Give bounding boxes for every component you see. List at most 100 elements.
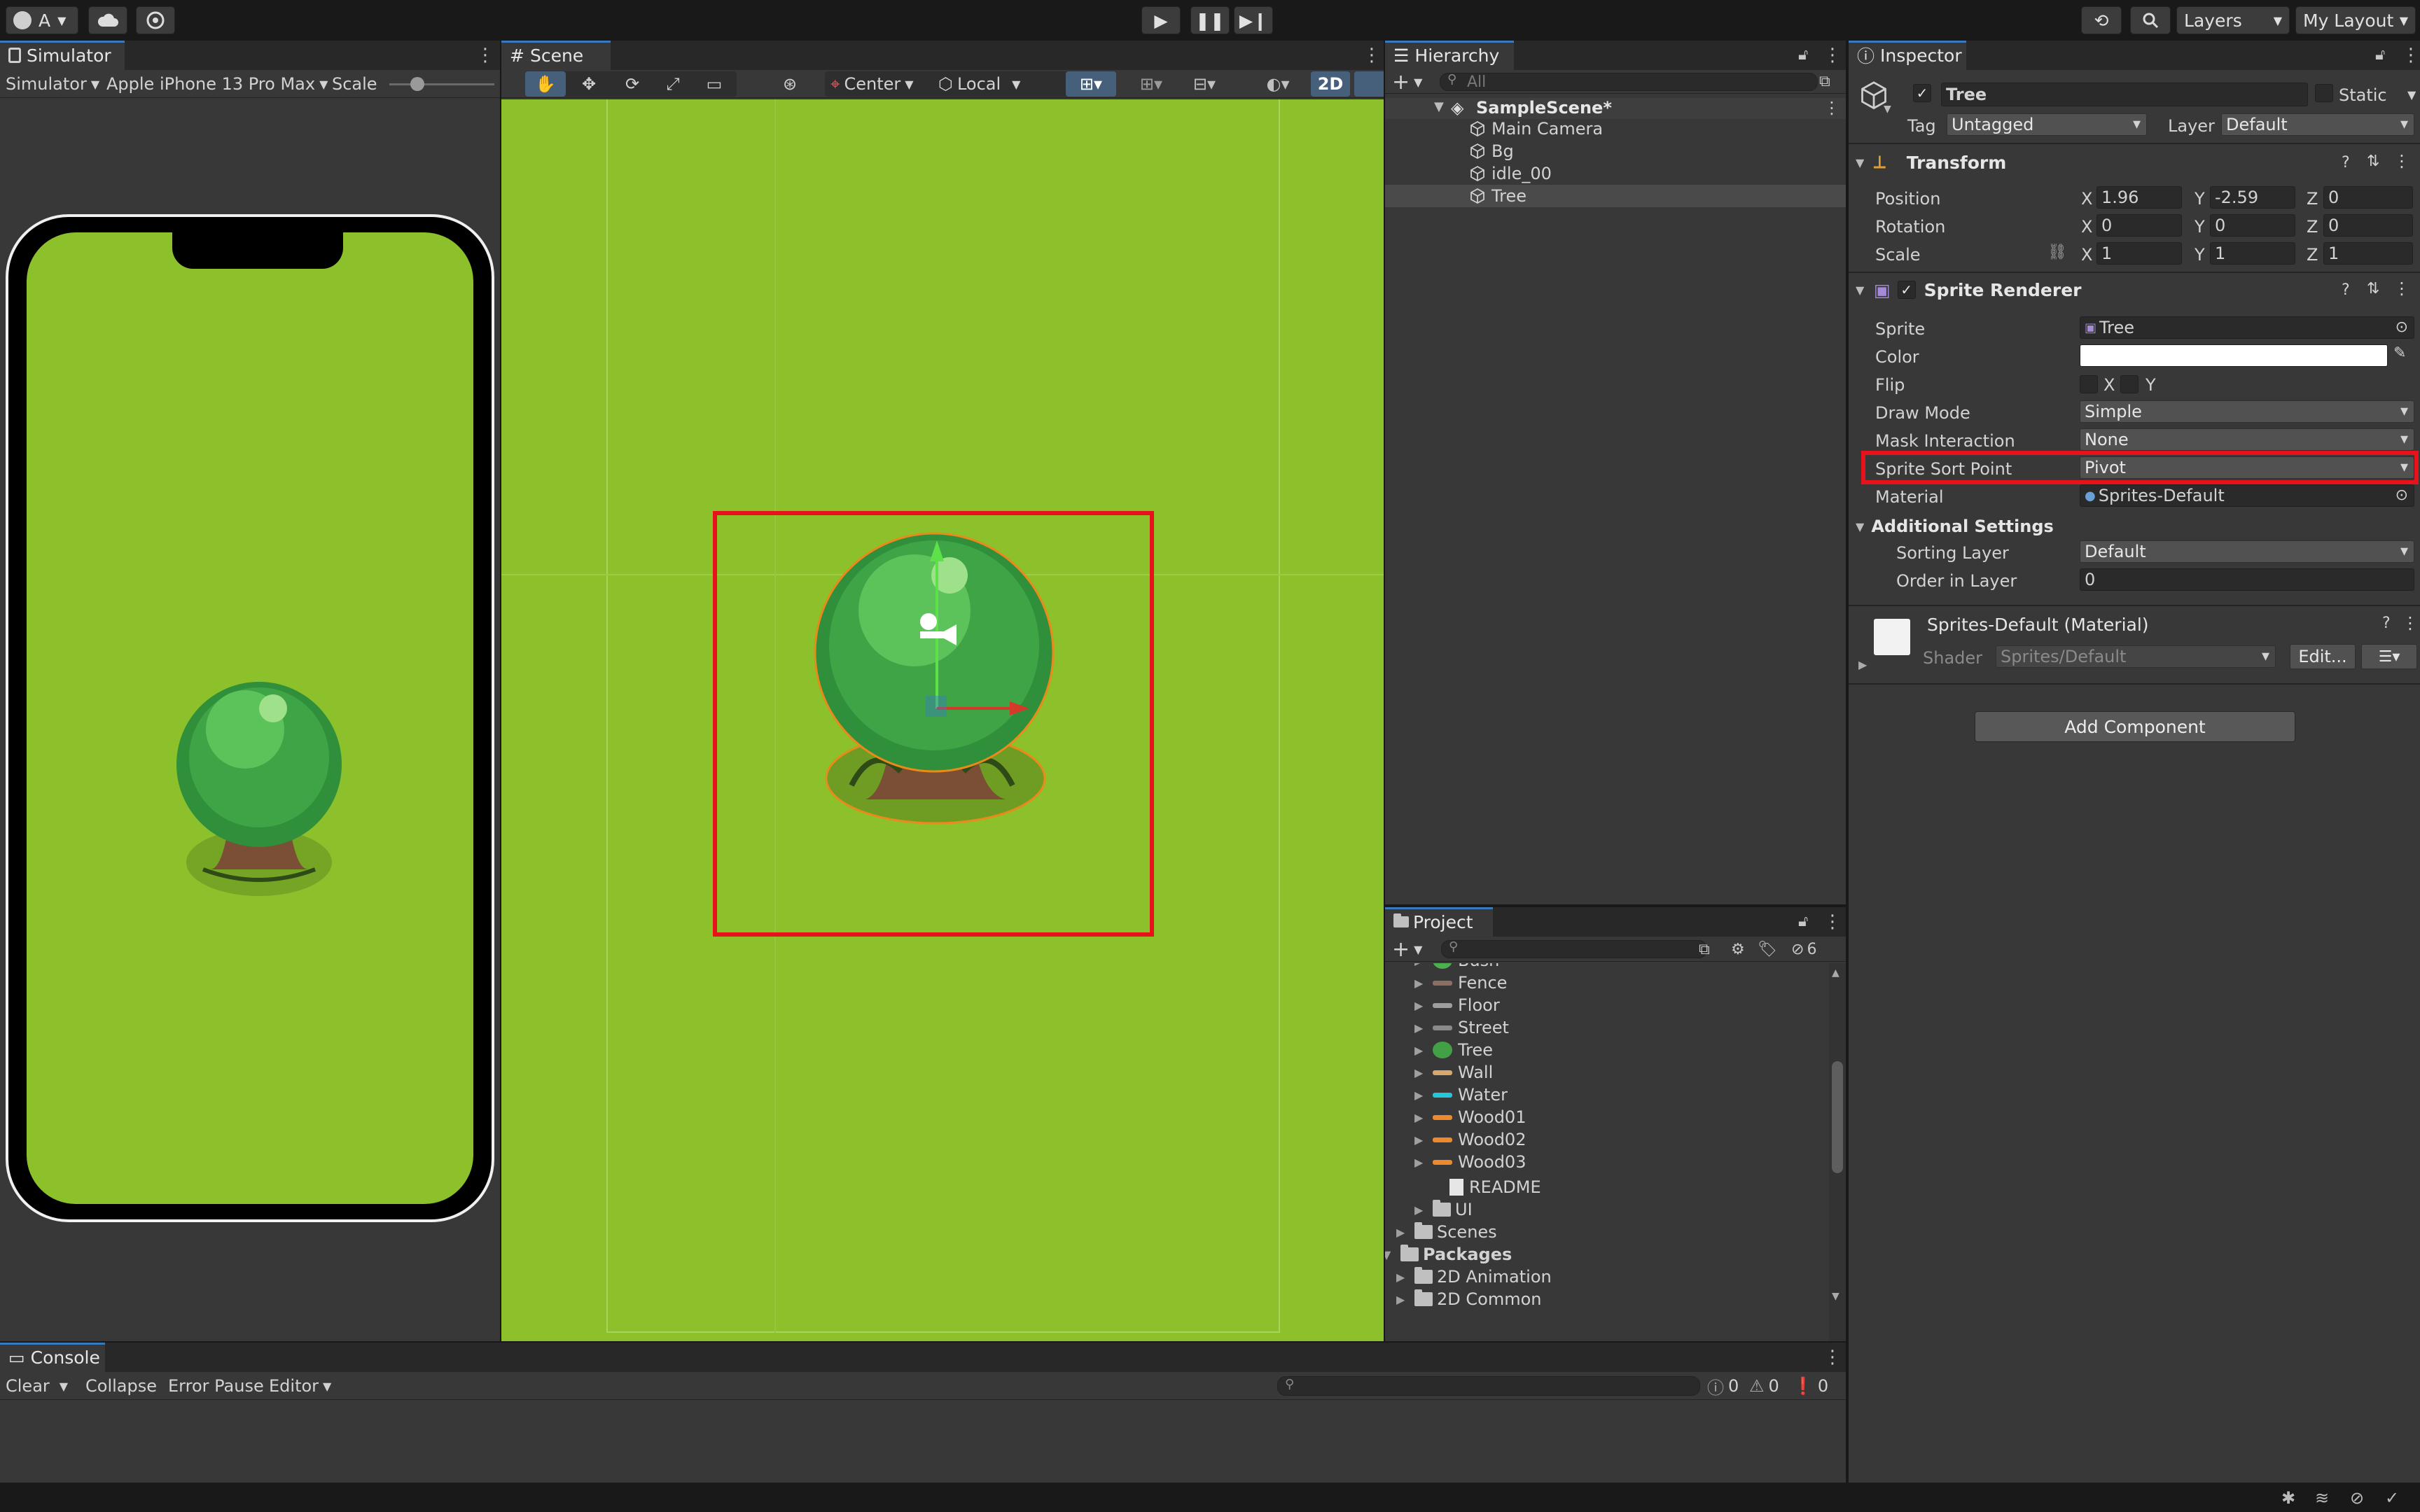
console-search-input[interactable]: ⚲ [1277, 1376, 1700, 1396]
sprite-renderer-header[interactable]: ▼ ▣ ✓ Sprite Renderer [1849, 276, 2420, 304]
simulator-mode-dropdown[interactable]: Simulator ▼ [6, 70, 99, 98]
preset-icon[interactable]: ⇅ [2367, 153, 2379, 170]
chevron-right-icon[interactable]: ▶ [1414, 999, 1433, 1012]
search-button[interactable] [2130, 6, 2171, 34]
search-by-type-icon[interactable]: ⚙ [1731, 941, 1745, 958]
order-in-layer-field[interactable]: 0 [2080, 568, 2414, 591]
cloud-button[interactable] [88, 6, 127, 34]
flip-x-checkbox[interactable] [2080, 375, 2098, 393]
scale-z-field[interactable]: 1 [2323, 242, 2413, 265]
chevron-down-icon[interactable]: ▼ [1884, 104, 1891, 115]
play-button[interactable]: ▶ [1141, 6, 1181, 34]
history-button[interactable]: ⟲ [2081, 6, 2122, 34]
help-icon[interactable]: ? [2382, 615, 2391, 632]
editor-dropdown[interactable]: Editor ▼ [269, 1372, 331, 1400]
layers-dropdown[interactable]: Layers ▼ [2176, 6, 2290, 34]
move-tool-icon[interactable]: ✥ [569, 71, 609, 97]
pivot-dropdown[interactable]: ⌖ Center ▼ [830, 70, 914, 98]
transform-header[interactable]: ▼ ⟂ Transform [1849, 148, 2420, 176]
color-field[interactable] [2080, 344, 2388, 367]
collab-button[interactable] [136, 6, 175, 34]
tab-project[interactable]: Project [1385, 907, 1493, 937]
sorting-layer-dropdown[interactable]: Default [2080, 540, 2414, 563]
tab-simulator[interactable]: Simulator [0, 41, 125, 70]
network-icon[interactable]: ⊘ [2350, 1488, 2364, 1508]
project-item-floor[interactable]: ▶ Floor [1414, 995, 1500, 1015]
material-field[interactable]: ● Sprites-Default ⊙ [2080, 484, 2414, 507]
project-item-wood[interactable]: ▶ Wood02 [1414, 1130, 1526, 1149]
tag-dropdown[interactable]: Untagged [1947, 113, 2147, 136]
help-icon[interactable]: ? [2342, 154, 2350, 172]
chevron-down-icon[interactable]: ▼ [1832, 1291, 1840, 1302]
clear-button[interactable]: Clear ▼ [6, 1372, 68, 1400]
position-x-field[interactable]: 1.96 [2096, 186, 2182, 209]
rotation-z-field[interactable]: 0 [2323, 214, 2413, 237]
project-item-scenes[interactable]: ▶ Scenes [1396, 1222, 1497, 1242]
hidden-packages-icon[interactable]: ⊘ 6 [1791, 941, 1816, 958]
project-item-package[interactable]: ▶ 2D Animation [1396, 1267, 1552, 1287]
step-button[interactable]: ▶❙ [1234, 6, 1273, 34]
position-z-field[interactable]: 0 [2323, 186, 2413, 209]
tab-inspector[interactable]: ⓘ Inspector [1849, 41, 1966, 70]
chevron-right-icon[interactable]: ▶ [1414, 1111, 1433, 1124]
preset-icon[interactable]: ⇅ [2367, 280, 2379, 298]
project-item-fence[interactable]: ▶ Fence [1414, 973, 1507, 993]
panel-menu-icon[interactable]: ⋮ [1363, 46, 1381, 64]
project-item-readme[interactable]: README [1449, 1177, 1541, 1197]
scale-tool-icon[interactable]: ⤢ [655, 71, 690, 97]
cache-icon[interactable]: ≋ [2315, 1488, 2329, 1508]
account-dropdown[interactable]: A ▼ [6, 6, 78, 34]
hierarchy-item-tree[interactable]: Tree [1469, 186, 1527, 206]
search-options-icon[interactable]: ⧉ [1819, 73, 1830, 90]
scene-viewport[interactable] [501, 99, 1384, 1341]
enabled-checkbox[interactable]: ✓ [1897, 281, 1916, 299]
scrollbar-thumb[interactable] [1832, 1061, 1843, 1173]
hierarchy-item-main-camera[interactable]: Main Camera [1469, 119, 1603, 139]
sprite-field[interactable]: ▣ Tree ⊙ [2080, 316, 2414, 339]
panel-menu-icon[interactable]: ⋮ [2402, 46, 2420, 64]
component-menu-icon[interactable]: ⋮ [2402, 613, 2419, 633]
lighting-toggle[interactable] [1354, 71, 1384, 97]
create-asset-button[interactable]: + ▼ [1392, 937, 1422, 962]
project-item-wood[interactable]: ▶ Wood03 [1414, 1152, 1526, 1172]
lock-icon[interactable]: 🔓︎ [1798, 46, 1808, 64]
chevron-right-icon[interactable]: ▶ [1414, 1088, 1433, 1102]
error-pause-toggle[interactable]: Error Pause [168, 1372, 264, 1400]
tab-hierarchy[interactable]: ☰ Hierarchy [1385, 41, 1514, 70]
device-dropdown[interactable]: Apple iPhone 13 Pro Max ▼ [106, 70, 328, 98]
scale-slider[interactable] [389, 77, 494, 91]
chevron-up-icon[interactable]: ▲ [1832, 967, 1840, 979]
scene-row[interactable]: ▼ ◈ SampleScene* ⋮ [1385, 98, 1846, 119]
create-button[interactable]: + ▼ [1392, 70, 1422, 94]
scale-y-field[interactable]: 1 [2210, 242, 2295, 265]
scene-menu-icon[interactable]: ⋮ [1823, 98, 1840, 118]
object-name-input[interactable]: Tree [1941, 83, 2308, 106]
component-menu-icon[interactable]: ⋮ [2393, 151, 2410, 171]
position-y-field[interactable]: -2.59 [2210, 186, 2295, 209]
draw-mode-dropdown[interactable]: Simple [2080, 400, 2414, 423]
help-icon[interactable]: ? [2342, 281, 2350, 299]
log-count-toggle[interactable]: ⓘ 0 [1707, 1372, 1739, 1400]
grid-visibility-icon[interactable]: ⊟▾ [1179, 70, 1230, 98]
project-search-input[interactable]: ⚲ [1441, 939, 1707, 958]
game-view[interactable] [27, 232, 473, 1204]
rotation-x-field[interactable]: 0 [2096, 214, 2182, 237]
mask-interaction-dropdown[interactable]: None [2080, 428, 2414, 451]
additional-settings-foldout[interactable]: ▼ Additional Settings [1856, 514, 2054, 539]
rect-tool-icon[interactable]: ▭ [693, 71, 735, 97]
project-item-bush[interactable]: ▶Bush [1414, 963, 1499, 970]
mode-2d-button[interactable]: 2D [1311, 71, 1350, 97]
pause-button[interactable]: ❚❚ [1190, 6, 1230, 34]
project-item-water[interactable]: ▶ Water [1414, 1085, 1508, 1105]
flip-y-checkbox[interactable] [2120, 375, 2139, 393]
chevron-right-icon[interactable]: ▶ [1414, 1133, 1433, 1147]
tab-scene[interactable]: # Scene [501, 41, 611, 70]
shading-mode-icon[interactable]: ◐▾ [1252, 70, 1304, 98]
chevron-right-icon[interactable]: ▶ [1414, 1156, 1433, 1169]
eyedropper-icon[interactable]: ✎ [2393, 344, 2406, 362]
panel-menu-icon[interactable]: ⋮ [1823, 46, 1842, 64]
scale-x-field[interactable]: 1 [2096, 242, 2182, 265]
rotate-tool-icon[interactable]: ⟳ [612, 71, 653, 97]
chevron-right-icon[interactable]: ▶ [1414, 1066, 1433, 1079]
edit-shader-button[interactable]: Edit... [2290, 644, 2356, 669]
